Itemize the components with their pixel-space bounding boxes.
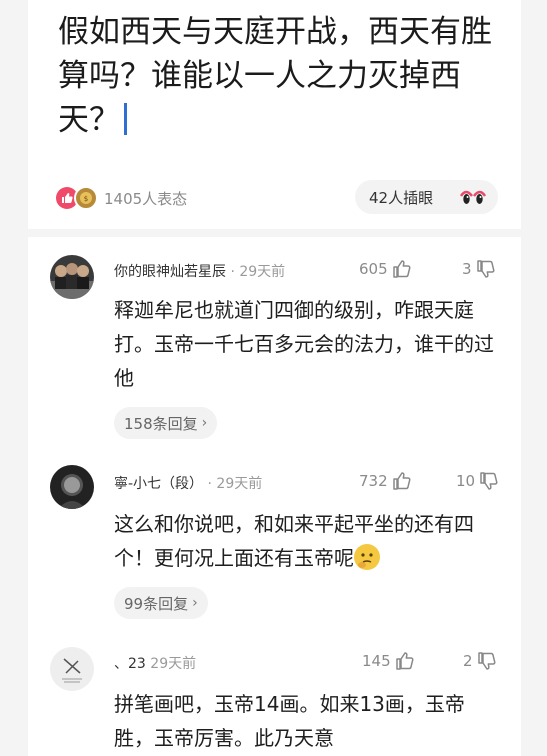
text-cursor: [124, 103, 127, 135]
reply-count-button[interactable]: 10: [456, 471, 499, 491]
comment-body: 释迦牟尼也就道门四御的级别，咋跟天庭打。玉帝一千七百多元会的法力，谁干的过他: [114, 298, 494, 390]
thumb-down-icon: [480, 472, 498, 490]
view-replies-button[interactable]: 158条回复 ›: [114, 407, 218, 439]
comments-list: 你的眼神灿若星辰 · 29天前 605 3 释迦牟尼也就道门四御的级别，咋跟天庭…: [28, 237, 521, 756]
coin-reaction-icon: $: [74, 186, 98, 210]
question-card: 假如西天与天庭开战，西天有胜算吗？谁能以一人之力灭掉西天？ $ 1405人表态 …: [28, 0, 521, 229]
eyes-icon: [460, 190, 486, 204]
answer-page: 假如西天与天庭开战，西天有胜算吗？谁能以一人之力灭掉西天？ $ 1405人表态 …: [0, 0, 547, 756]
comment-time: · 29天前: [230, 264, 286, 280]
view-replies-label: 99条回复: [124, 594, 189, 613]
user-name[interactable]: 你的眼神灿若星辰 · 29天前: [114, 261, 285, 281]
thinking-emoji-icon: [354, 544, 380, 570]
avatar[interactable]: [50, 647, 94, 691]
insert-eye-label: 42人插眼: [369, 188, 434, 207]
like-count: 605: [359, 260, 388, 278]
thumb-up-icon: [395, 652, 414, 670]
thumb-down-icon: [477, 652, 496, 670]
thumb-down-icon: [476, 260, 495, 278]
reply-count-button[interactable]: 2: [463, 651, 497, 671]
reply-count: 10: [456, 472, 476, 490]
like-button[interactable]: 732: [359, 471, 412, 491]
comment-item: 寧-小七（段） · 29天前 732 10 这么和你说吧，和如来平起平坐的还有四…: [28, 457, 521, 627]
view-replies-label: 158条回复: [124, 414, 198, 433]
user-name[interactable]: 寧-小七（段） · 29天前: [114, 473, 262, 493]
thumb-up-icon: [392, 260, 411, 278]
avatar[interactable]: [50, 255, 94, 299]
comment-item: 你的眼神灿若星辰 · 29天前 605 3 释迦牟尼也就道门四御的级别，咋跟天庭…: [28, 237, 521, 457]
insert-eye-button[interactable]: 42人插眼: [355, 180, 498, 214]
chevron-right-icon: ›: [201, 415, 208, 431]
thumb-up-icon: [392, 472, 411, 490]
like-count: 732: [359, 472, 388, 490]
like-count: 145: [362, 652, 391, 670]
like-button[interactable]: 605: [359, 259, 412, 279]
comment-time: · 29天前: [207, 476, 263, 492]
comment-item: 、23 29天前 145 2 拼笔画吧，玉帝14画。如来13画，玉帝胜，玉帝厉害…: [28, 627, 521, 756]
view-replies-button[interactable]: 99条回复 ›: [114, 587, 208, 619]
user-name[interactable]: 、23 29天前: [114, 653, 196, 673]
svg-text:$: $: [84, 195, 88, 203]
question-title: 假如西天与天庭开战，西天有胜算吗？谁能以一人之力灭掉西天？: [58, 14, 492, 138]
reaction-count: 1405人表态: [104, 189, 188, 208]
comment-time: 29天前: [150, 656, 197, 672]
chevron-right-icon: ›: [192, 595, 198, 611]
comment-body: 拼笔画吧，玉帝14画。如来13画，玉帝胜，玉帝厉害。此乃天意: [114, 692, 465, 750]
avatar[interactable]: [50, 465, 94, 509]
reply-count: 3: [462, 260, 472, 278]
like-button[interactable]: 145: [362, 651, 415, 671]
comment-body: 这么和你说吧，和如来平起平坐的还有四个！更何况上面还有玉帝呢: [114, 512, 474, 570]
reply-count-button[interactable]: 3: [462, 259, 496, 279]
reaction-summary[interactable]: $ 1405人表态: [56, 183, 187, 213]
reply-count: 2: [463, 652, 473, 670]
